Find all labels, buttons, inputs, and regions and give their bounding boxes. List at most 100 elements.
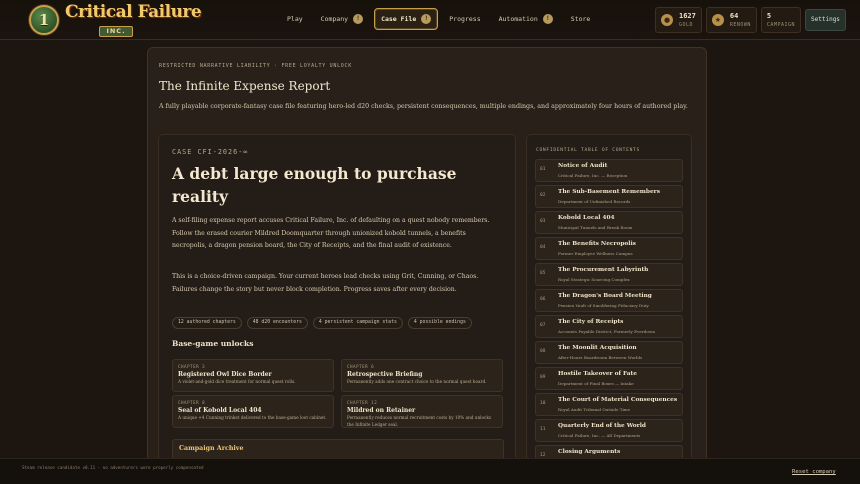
- toc-item[interactable]: 10 The Court of Material Consequences Roya…: [535, 393, 683, 416]
- unlock-card: CHAPTER 12 Mildred on Retainer Permanent…: [341, 395, 503, 428]
- resource-stats: ● 1627 GOLD ★ 64 RENOWN 5 CAMPAIGN Setti…: [655, 7, 846, 33]
- feature-chips: 12 authored chapters 48 d20 encounters 4…: [172, 317, 477, 329]
- toc-item-number: 03: [540, 219, 546, 224]
- stat-gold-label: GOLD: [679, 21, 694, 28]
- case-headline: A debt large enough to purchase reality: [172, 164, 457, 206]
- panel-eyebrow: RESTRICTED NARRATIVE LIABILITY · FREE LO…: [159, 63, 352, 69]
- chip-stats: 4 persistent campaign stats: [312, 317, 403, 329]
- toc-item-number: 05: [540, 271, 546, 276]
- stat-campaign: 5 CAMPAIGN: [760, 7, 802, 33]
- d20-medal-icon: 1: [29, 5, 59, 35]
- unlock-desc: Permanently adds one contract choice to …: [347, 379, 487, 384]
- nav-play-label: Play: [287, 15, 303, 23]
- toc-item-location: Department of Unfinished Records: [558, 199, 631, 204]
- case-card[interactable]: CASE CFI-2026-∞ A debt large enough to p…: [158, 134, 516, 474]
- settings-button[interactable]: Settings: [805, 9, 846, 31]
- unlock-desc: A violet-and-gold dice treatment for nor…: [178, 379, 296, 384]
- nav-automation-label: Automation: [498, 15, 538, 23]
- nav-case-file[interactable]: Case File!: [374, 8, 439, 30]
- toc-item[interactable]: 09 Hostile Takeover of Fate Department of …: [535, 367, 683, 390]
- toc-item[interactable]: 11 Quarterly End of the World Critical Fai…: [535, 419, 683, 442]
- stat-gold-value: 1627: [679, 11, 696, 20]
- unlocks-heading: Base-game unlocks: [172, 339, 254, 348]
- company-logo[interactable]: 1 Critical Failure INC.: [25, 2, 202, 38]
- toc-item-location: Royal Audit Tribunal Outside Time: [558, 407, 631, 412]
- stat-campaign-label: CAMPAIGN: [766, 21, 796, 28]
- chip-chapters: 12 authored chapters: [172, 317, 242, 329]
- toc-item[interactable]: 07 The City of Receipts Accounts Payable D…: [535, 315, 683, 338]
- nav-play[interactable]: Play: [280, 8, 310, 30]
- toc-item-location: Accounts Payable District, Formerly Ever…: [558, 329, 656, 334]
- nav-company-badge: !: [353, 14, 364, 24]
- logo-title: Critical Failure: [65, 2, 202, 22]
- reset-company-link[interactable]: Reset company: [792, 469, 836, 475]
- toc-item-location: Municipal Tunnels and Break Room: [558, 225, 633, 230]
- footer-note: Steam release candidate v0.11 · no adven…: [22, 465, 204, 470]
- toc-item-number: 08: [540, 349, 546, 354]
- toc-item-title: The Moonlit Acquisition: [558, 345, 637, 351]
- stat-campaign-value: 5: [766, 11, 772, 20]
- toc-item-number: 07: [540, 323, 546, 328]
- toc-item-title: The Dragon's Board Meeting: [558, 293, 652, 299]
- case-body-rules: This is a choice-driven campaign. Your c…: [172, 273, 479, 293]
- unlock-desc: A unique +4 Cunning trinket delivered to…: [178, 415, 327, 420]
- stat-renown: ★ 64 RENOWN: [705, 7, 757, 33]
- nav-store-label: Store: [570, 15, 591, 23]
- nav-automation-badge: !: [542, 14, 553, 24]
- toc-item-number: 06: [540, 297, 546, 302]
- panel-title: The Infinite Expense Report: [159, 79, 331, 93]
- archive-title: Campaign Archive: [179, 445, 244, 452]
- table-of-contents: CONFIDENTIAL TABLE OF CONTENTS 01 Notice …: [526, 134, 692, 474]
- chip-encounters: 48 d20 encounters: [246, 317, 308, 329]
- toc-item-number: 04: [540, 245, 546, 250]
- unlock-title: Seal of Kobold Local 404: [178, 407, 262, 414]
- unlock-desc: Permanently reduces normal recruitment c…: [347, 415, 492, 427]
- nav-store[interactable]: Store: [564, 8, 598, 30]
- unlock-title: Retrospective Briefing: [347, 371, 423, 378]
- toc-item-location: Former Employee Wellness Campus: [558, 251, 633, 256]
- nav-company-label: Company: [320, 15, 349, 23]
- toc-item-location: Pension Vault of Smoldering Fiduciary Du…: [558, 303, 649, 308]
- stat-renown-label: RENOWN: [729, 21, 751, 28]
- main-nav: Play Company! Case File! Progress Automa…: [280, 8, 601, 30]
- logo-medal-number: 1: [38, 11, 50, 29]
- toc-item-location: Royal Strategic Sourcing Complex: [558, 277, 630, 282]
- toc-item-location: Critical Failure, Inc. — All Departments: [558, 433, 641, 438]
- chip-endings: 4 possible endings: [407, 317, 472, 329]
- logo-sub: INC.: [99, 26, 133, 37]
- toc-item[interactable]: 06 The Dragon's Board Meeting Pension Vaul…: [535, 289, 683, 312]
- toc-item-number: 02: [540, 193, 546, 198]
- toc-item[interactable]: 08 The Moonlit Acquisition After-Hours Boa…: [535, 341, 683, 364]
- stat-campaign-text: 5 CAMPAIGN: [767, 12, 795, 29]
- toc-item-title: The Court of Material Consequences: [558, 397, 678, 403]
- toc-item-number: 09: [540, 375, 546, 380]
- toc-item-title: Kobold Local 404: [558, 215, 615, 221]
- toc-item-title: Hostile Takeover of Fate: [558, 371, 637, 377]
- toc-heading: CONFIDENTIAL TABLE OF CONTENTS: [536, 148, 640, 153]
- toc-item[interactable]: 04 The Benefits Necropolis Former Employee…: [535, 237, 683, 260]
- toc-item-number: 01: [540, 167, 546, 172]
- toc-item[interactable]: 03 Kobold Local 404 Municipal Tunnels and …: [535, 211, 683, 234]
- nav-progress-label: Progress: [449, 15, 481, 23]
- case-body-intro: A self-filing expense report accuses Cri…: [172, 217, 490, 249]
- coin-icon: ●: [661, 14, 673, 26]
- toc-item-title: The City of Receipts: [558, 319, 624, 325]
- nav-progress[interactable]: Progress: [442, 8, 487, 30]
- stat-gold-text: 1627 GOLD: [679, 12, 696, 29]
- toc-item-title: Notice of Audit: [558, 163, 608, 169]
- top-bar: 1 Critical Failure INC. Play Company! Ca…: [0, 0, 860, 40]
- case-file-panel: RESTRICTED NARRATIVE LIABILITY · FREE LO…: [147, 47, 707, 477]
- stat-renown-value: 64: [729, 11, 739, 20]
- stat-gold: ● 1627 GOLD: [655, 7, 702, 33]
- case-id: CASE CFI-2026-∞: [172, 148, 249, 156]
- toc-item[interactable]: 01 Notice of Audit Critical Failure, Inc. …: [535, 159, 683, 182]
- unlock-card: CHAPTER 8 Seal of Kobold Local 404 A uni…: [172, 395, 334, 428]
- nav-automation[interactable]: Automation!: [492, 8, 560, 30]
- nav-case-file-label: Case File: [381, 15, 417, 23]
- unlock-card: CHAPTER 6 Retrospective Briefing Permane…: [341, 359, 503, 392]
- nav-company[interactable]: Company!: [314, 8, 370, 30]
- toc-item[interactable]: 02 The Sub-Basement Remembers Department o…: [535, 185, 683, 208]
- toc-item-title: Quarterly End of the World: [558, 423, 646, 429]
- toc-item-title: The Sub-Basement Remembers: [558, 189, 660, 195]
- toc-item[interactable]: 05 The Procurement Labyrinth Royal Strateg…: [535, 263, 683, 286]
